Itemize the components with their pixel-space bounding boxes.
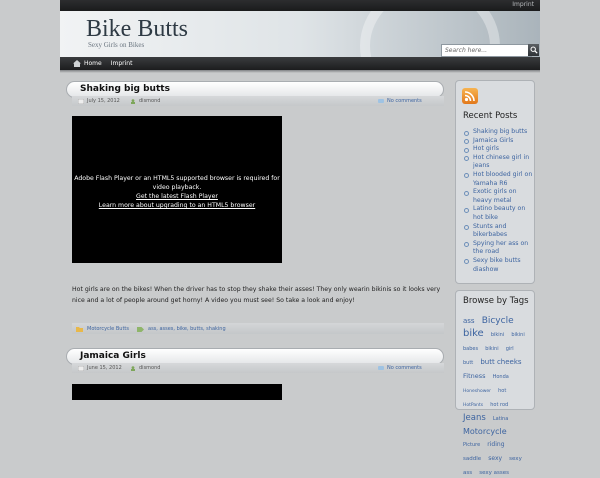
recent-post-link[interactable]: Latino beauty on hot bike (463, 205, 533, 222)
flash-notice-text: Adobe Flash Player or an HTML5 supported… (74, 175, 280, 182)
sidebar: Recent Posts Shaking big butts Jamaica Gi… (455, 80, 535, 476)
tag-link[interactable]: Bicycle (482, 316, 514, 326)
top-imprint-link[interactable]: Imprint (512, 1, 534, 8)
folder-icon (76, 326, 83, 332)
tag-link[interactable]: sexy asses (479, 470, 509, 476)
recent-post-link[interactable]: Hot blooded girl on Yamaha R6 (463, 171, 533, 188)
user-icon (131, 365, 135, 371)
tag-link[interactable]: riding (487, 441, 504, 448)
tag-link[interactable]: Latina (493, 416, 508, 422)
flash-notice: Adobe Flash Player or an HTML5 supported… (72, 174, 282, 210)
video-player[interactable]: Adobe Flash Player or an HTML5 supported… (72, 116, 282, 263)
tag-link[interactable]: ass (463, 317, 475, 325)
recent-post-link[interactable]: Spying her ass on the road (463, 240, 533, 257)
nav-shadow (60, 70, 540, 73)
tag-link[interactable]: Picture (463, 442, 480, 448)
post-comments-link[interactable]: No comments (378, 98, 422, 104)
post-category[interactable]: Motorcycle Butts (76, 326, 129, 332)
tag-cloud: ass Bicycle bike bikini bikini babes bik… (463, 313, 531, 478)
post-excerpt: Hot girls are on the bikes! When the dri… (72, 286, 441, 304)
tag-link[interactable]: butt (463, 360, 473, 366)
tags-title: Browse by Tags (463, 296, 529, 306)
tag-link[interactable]: Honda (493, 374, 509, 380)
video-player[interactable] (72, 384, 282, 400)
post-meta: July 15, 2012 dismond No comments (72, 96, 444, 106)
site-header: Bike Butts Sexy Girls on Bikes Search he… (60, 11, 540, 57)
tag-icon (137, 326, 144, 332)
post-comments-link[interactable]: No comments (378, 365, 422, 371)
user-icon (131, 98, 135, 104)
tag-link[interactable]: bikini (485, 346, 498, 352)
post-author[interactable]: dismond (130, 365, 160, 371)
tag-link[interactable]: HotPants (463, 403, 483, 408)
post-meta: June 15, 2012 dismond No comments (72, 363, 444, 373)
post-footer: Motorcycle Butts ass, asses, bike, butts… (72, 323, 444, 334)
post-tags[interactable]: ass, asses, bike, butts, shaking (137, 326, 226, 332)
comment-icon (378, 365, 384, 370)
flash-notice-text: video playback. (152, 184, 202, 191)
recent-post-link[interactable]: Jamaica Girls (463, 137, 533, 146)
comment-icon (378, 98, 384, 103)
post-date: June 15, 2012 (78, 365, 122, 371)
home-icon (73, 60, 81, 67)
main-nav: Home Imprint (60, 57, 540, 70)
recent-post-link[interactable]: Shaking big butts (463, 128, 533, 137)
tag-link[interactable]: Motorcycle (463, 427, 507, 436)
tag-link[interactable]: girl (506, 346, 514, 352)
site-tagline: Sexy Girls on Bikes (88, 41, 145, 49)
recent-post-link[interactable]: Stunts and bikerbabes (463, 223, 533, 240)
post-author[interactable]: dismond (130, 98, 160, 104)
site-title[interactable]: Bike Butts (86, 16, 188, 43)
nav-item-home[interactable]: Home (73, 60, 102, 67)
recent-posts-title: Recent Posts (463, 111, 518, 121)
tag-link[interactable]: Jeans (463, 413, 486, 423)
tag-link[interactable]: sexy (488, 455, 502, 462)
search-icon (530, 46, 538, 54)
nav-item-label: Imprint (110, 60, 133, 67)
tag-link[interactable]: hot rod (490, 402, 508, 408)
recent-posts-widget: Recent Posts Shaking big butts Jamaica Gi… (455, 80, 535, 284)
search-input[interactable]: Search here... (441, 44, 532, 57)
tags-widget: Browse by Tags ass Bicycle bike bikini b… (455, 290, 535, 476)
post-date: July 15, 2012 (78, 98, 120, 104)
nav-item-imprint[interactable]: Imprint (111, 60, 133, 67)
recent-posts-list: Shaking big butts Jamaica Girls Hot girls H… (463, 128, 533, 274)
tag-link[interactable]: butt cheeks (480, 358, 521, 366)
recent-post-link[interactable]: Exotic girls on heavy metal (463, 188, 533, 205)
html5-upgrade-link[interactable]: Learn more about upgrading to an HTML5 b… (72, 201, 282, 210)
recent-post-link[interactable]: Sexy bike butts diashow (463, 257, 533, 274)
tag-link[interactable]: bikini (491, 332, 504, 338)
calendar-icon (78, 98, 84, 104)
calendar-icon (78, 365, 84, 371)
search-button[interactable] (528, 44, 539, 56)
tag-link[interactable]: Honeshower (463, 389, 491, 394)
post-title[interactable]: Shaking big butts (80, 84, 170, 94)
rss-icon[interactable] (462, 88, 478, 104)
nav-item-label: Home (84, 60, 102, 67)
tag-link[interactable]: Fitness (463, 372, 486, 380)
recent-post-link[interactable]: Hot chinese girl in jeans (463, 154, 533, 171)
tag-link[interactable]: saddle (463, 456, 481, 462)
post-title[interactable]: Jamaica Girls (80, 351, 146, 361)
tag-link[interactable]: hot (498, 388, 506, 394)
get-flash-link[interactable]: Get the latest Flash Player (72, 192, 282, 201)
tag-link[interactable]: bike (463, 328, 484, 339)
recent-post-link[interactable]: Hot girls (463, 145, 533, 154)
top-bar: Imprint (60, 0, 540, 11)
